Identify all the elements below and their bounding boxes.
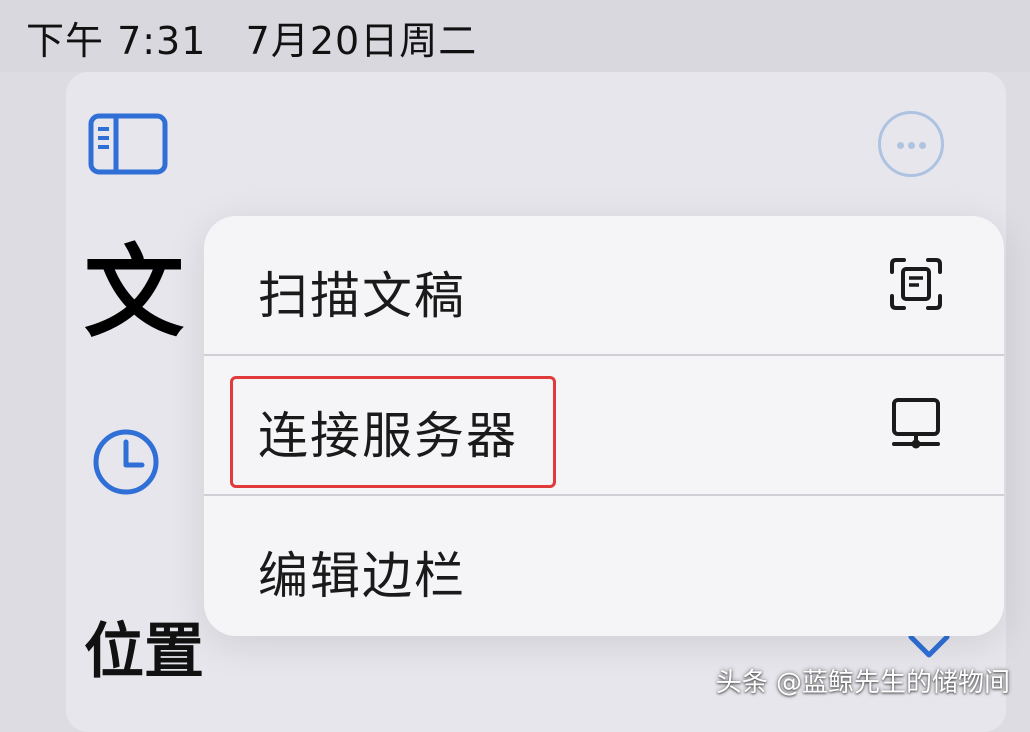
context-menu: 扫描文稿 连接服务器 编辑边栏	[204, 216, 1004, 636]
clock-icon	[93, 429, 159, 495]
menu-item-edit-sidebar[interactable]: 编辑边栏	[204, 496, 1004, 634]
status-bar: 下午 7:31 7月20日周二	[0, 0, 1030, 72]
server-display-icon	[892, 398, 940, 449]
expand-button[interactable]	[906, 632, 952, 660]
page-title: 文	[84, 234, 184, 351]
status-time: 下午 7:31	[26, 19, 207, 63]
menu-item-scan-documents[interactable]: 扫描文稿	[204, 216, 1004, 354]
status-date: 7月20日周二	[245, 19, 478, 63]
section-locations-title: 位置	[84, 617, 204, 687]
menu-item-label: 扫描文稿	[258, 267, 466, 325]
status-time-date: 下午 7:31 7月20日周二	[26, 10, 477, 65]
menu-item-label: 编辑边栏	[258, 547, 466, 605]
ellipsis-dot	[919, 142, 926, 149]
chevron-down-icon	[908, 634, 950, 658]
sidebar-toggle-icon	[88, 113, 168, 175]
recents-button[interactable]	[90, 426, 162, 498]
sidebar-toggle-button[interactable]	[88, 113, 168, 175]
ellipsis-dot	[908, 142, 915, 149]
more-button[interactable]	[878, 111, 944, 177]
document-scanner-icon	[890, 258, 942, 310]
ellipsis-circle-icon	[897, 142, 904, 149]
menu-item-connect-server[interactable]: 连接服务器	[204, 356, 1004, 494]
watermark: 头条 @蓝鲸先生的储物间	[715, 668, 1010, 698]
menu-item-label: 连接服务器	[258, 407, 518, 465]
